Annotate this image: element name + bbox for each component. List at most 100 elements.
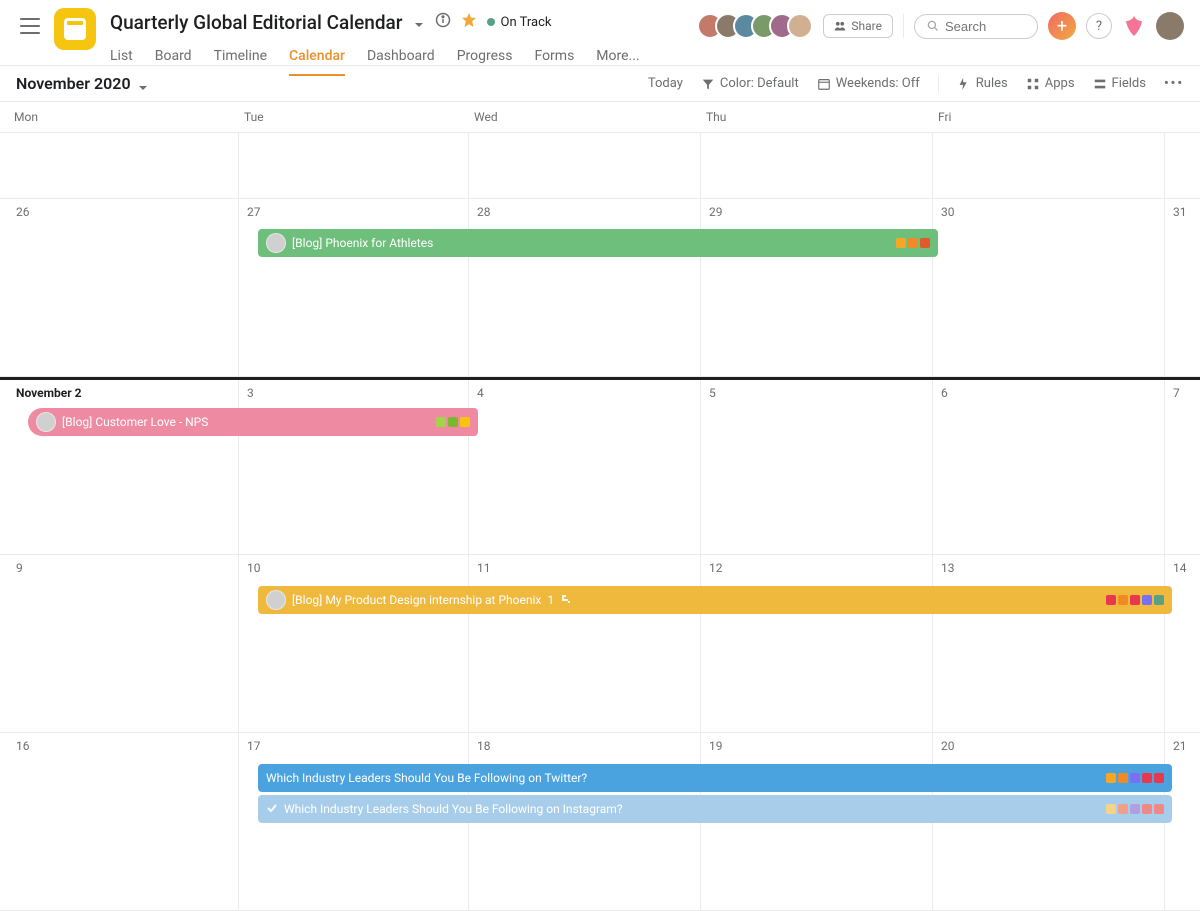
calendar-cell[interactable]: [468, 133, 700, 198]
grid-icon: [1026, 77, 1040, 91]
event-bar[interactable]: [Blog] My Product Design internship at P…: [258, 586, 1172, 614]
weekends-toggle[interactable]: Weekends: Off: [817, 76, 920, 91]
my-avatar[interactable]: [1156, 12, 1184, 40]
calendar-cell[interactable]: 11: [468, 555, 700, 732]
tag-swatch: [1154, 804, 1164, 814]
apps-button[interactable]: Apps: [1026, 76, 1075, 91]
people-icon: [834, 20, 846, 32]
share-button[interactable]: Share: [823, 14, 893, 38]
tab-progress[interactable]: Progress: [457, 42, 513, 76]
tag-swatch: [1130, 595, 1140, 605]
tab-more[interactable]: More...: [596, 42, 639, 76]
calendar-cell[interactable]: [932, 133, 1164, 198]
date-number: 12: [709, 561, 723, 575]
fields-icon: [1093, 77, 1107, 91]
tag-swatch: [1106, 773, 1116, 783]
calendar-cell[interactable]: 14: [1164, 555, 1190, 732]
avatar: [787, 13, 813, 39]
more-menu[interactable]: •••: [1164, 76, 1184, 91]
tag-swatch: [896, 238, 906, 248]
event-bar[interactable]: [Blog] Customer Love - NPS: [28, 408, 478, 436]
divider: [938, 75, 939, 93]
tag-swatch: [1154, 595, 1164, 605]
date-number: 30: [941, 205, 955, 219]
date-number: 13: [941, 561, 955, 575]
create-button[interactable]: +: [1048, 12, 1076, 40]
calendar-cell[interactable]: [700, 133, 932, 198]
tag-swatch: [1118, 595, 1128, 605]
calendar-cell[interactable]: 16: [8, 733, 238, 910]
info-icon[interactable]: [435, 12, 451, 32]
calendar-cell[interactable]: 27: [238, 199, 468, 376]
search-icon: [927, 19, 939, 33]
today-button[interactable]: Today: [648, 76, 683, 91]
calendar-cell[interactable]: 10: [238, 555, 468, 732]
tab-calendar[interactable]: Calendar: [289, 42, 345, 76]
event-title: [Blog] My Product Design internship at P…: [292, 593, 541, 607]
search-box[interactable]: [914, 14, 1038, 39]
project-title[interactable]: Quarterly Global Editorial Calendar: [110, 11, 403, 34]
status-chip[interactable]: On Track: [487, 15, 552, 30]
calendar-cell[interactable]: 30: [932, 199, 1164, 376]
date-number: 26: [16, 205, 30, 219]
favorite-star-icon[interactable]: [461, 12, 477, 32]
tag-swatch: [1142, 773, 1152, 783]
calendar-cell[interactable]: 6: [932, 380, 1164, 554]
date-number: 14: [1173, 561, 1187, 575]
event-title: Which Industry Leaders Should You Be Fol…: [266, 771, 587, 785]
help-button[interactable]: ?: [1086, 13, 1112, 39]
status-label: On Track: [501, 15, 552, 30]
project-menu-chevron-icon[interactable]: [413, 16, 425, 28]
upgrade-icon[interactable]: [1122, 14, 1146, 38]
tag-swatch: [1130, 804, 1140, 814]
tab-timeline[interactable]: Timeline: [214, 42, 267, 76]
rules-button[interactable]: Rules: [957, 76, 1008, 91]
project-icon[interactable]: [54, 8, 96, 50]
date-number: 6: [941, 386, 948, 400]
tab-board[interactable]: Board: [155, 42, 192, 76]
calendar-cell[interactable]: 31: [1164, 199, 1190, 376]
month-label[interactable]: November 2020: [16, 74, 131, 93]
menu-toggle[interactable]: [20, 18, 40, 34]
subtask-count: 1: [547, 593, 554, 607]
calendar-cell[interactable]: 3: [238, 380, 468, 554]
event-bar[interactable]: Which Industry Leaders Should You Be Fol…: [258, 795, 1172, 823]
calendar-cell[interactable]: 7: [1164, 380, 1190, 554]
day-header: Mon: [8, 106, 238, 128]
tab-forms[interactable]: Forms: [534, 42, 574, 76]
calendar-cell[interactable]: [8, 133, 238, 198]
day-header: Fri: [932, 106, 1164, 128]
calendar-cell[interactable]: 29: [700, 199, 932, 376]
member-avatars[interactable]: [697, 13, 813, 39]
month-chevron-icon[interactable]: [137, 79, 149, 91]
tag-swatch: [1142, 804, 1152, 814]
status-dot-icon: [487, 18, 495, 26]
calendar-cell[interactable]: 5: [700, 380, 932, 554]
calendar-cell[interactable]: 26: [8, 199, 238, 376]
color-filter[interactable]: Color: Default: [701, 76, 799, 91]
date-number: 7: [1173, 386, 1180, 400]
event-bar[interactable]: [Blog] Phoenix for Athletes: [258, 229, 938, 257]
tab-dashboard[interactable]: Dashboard: [367, 42, 435, 76]
date-number: 19: [709, 739, 723, 753]
tab-list[interactable]: List: [110, 42, 133, 76]
date-number: 28: [477, 205, 491, 219]
fields-button[interactable]: Fields: [1093, 76, 1146, 91]
search-input[interactable]: [945, 19, 1025, 34]
calendar-cell[interactable]: 13: [932, 555, 1164, 732]
date-number: 31: [1173, 205, 1187, 219]
calendar-cell[interactable]: [1164, 133, 1190, 198]
calendar-cell[interactable]: 12: [700, 555, 932, 732]
event-title: [Blog] Phoenix for Athletes: [292, 236, 433, 250]
date-number: 16: [16, 739, 30, 753]
bolt-icon: [957, 77, 971, 91]
calendar-cell[interactable]: 9: [8, 555, 238, 732]
assignee-avatar: [36, 412, 56, 432]
calendar-cell[interactable]: 28: [468, 199, 700, 376]
event-bar[interactable]: Which Industry Leaders Should You Be Fol…: [258, 764, 1172, 792]
calendar-cell[interactable]: 4: [468, 380, 700, 554]
calendar-cell[interactable]: November 2: [8, 380, 238, 554]
date-number: 18: [477, 739, 491, 753]
calendar-cell[interactable]: [238, 133, 468, 198]
tag-swatch: [920, 238, 930, 248]
